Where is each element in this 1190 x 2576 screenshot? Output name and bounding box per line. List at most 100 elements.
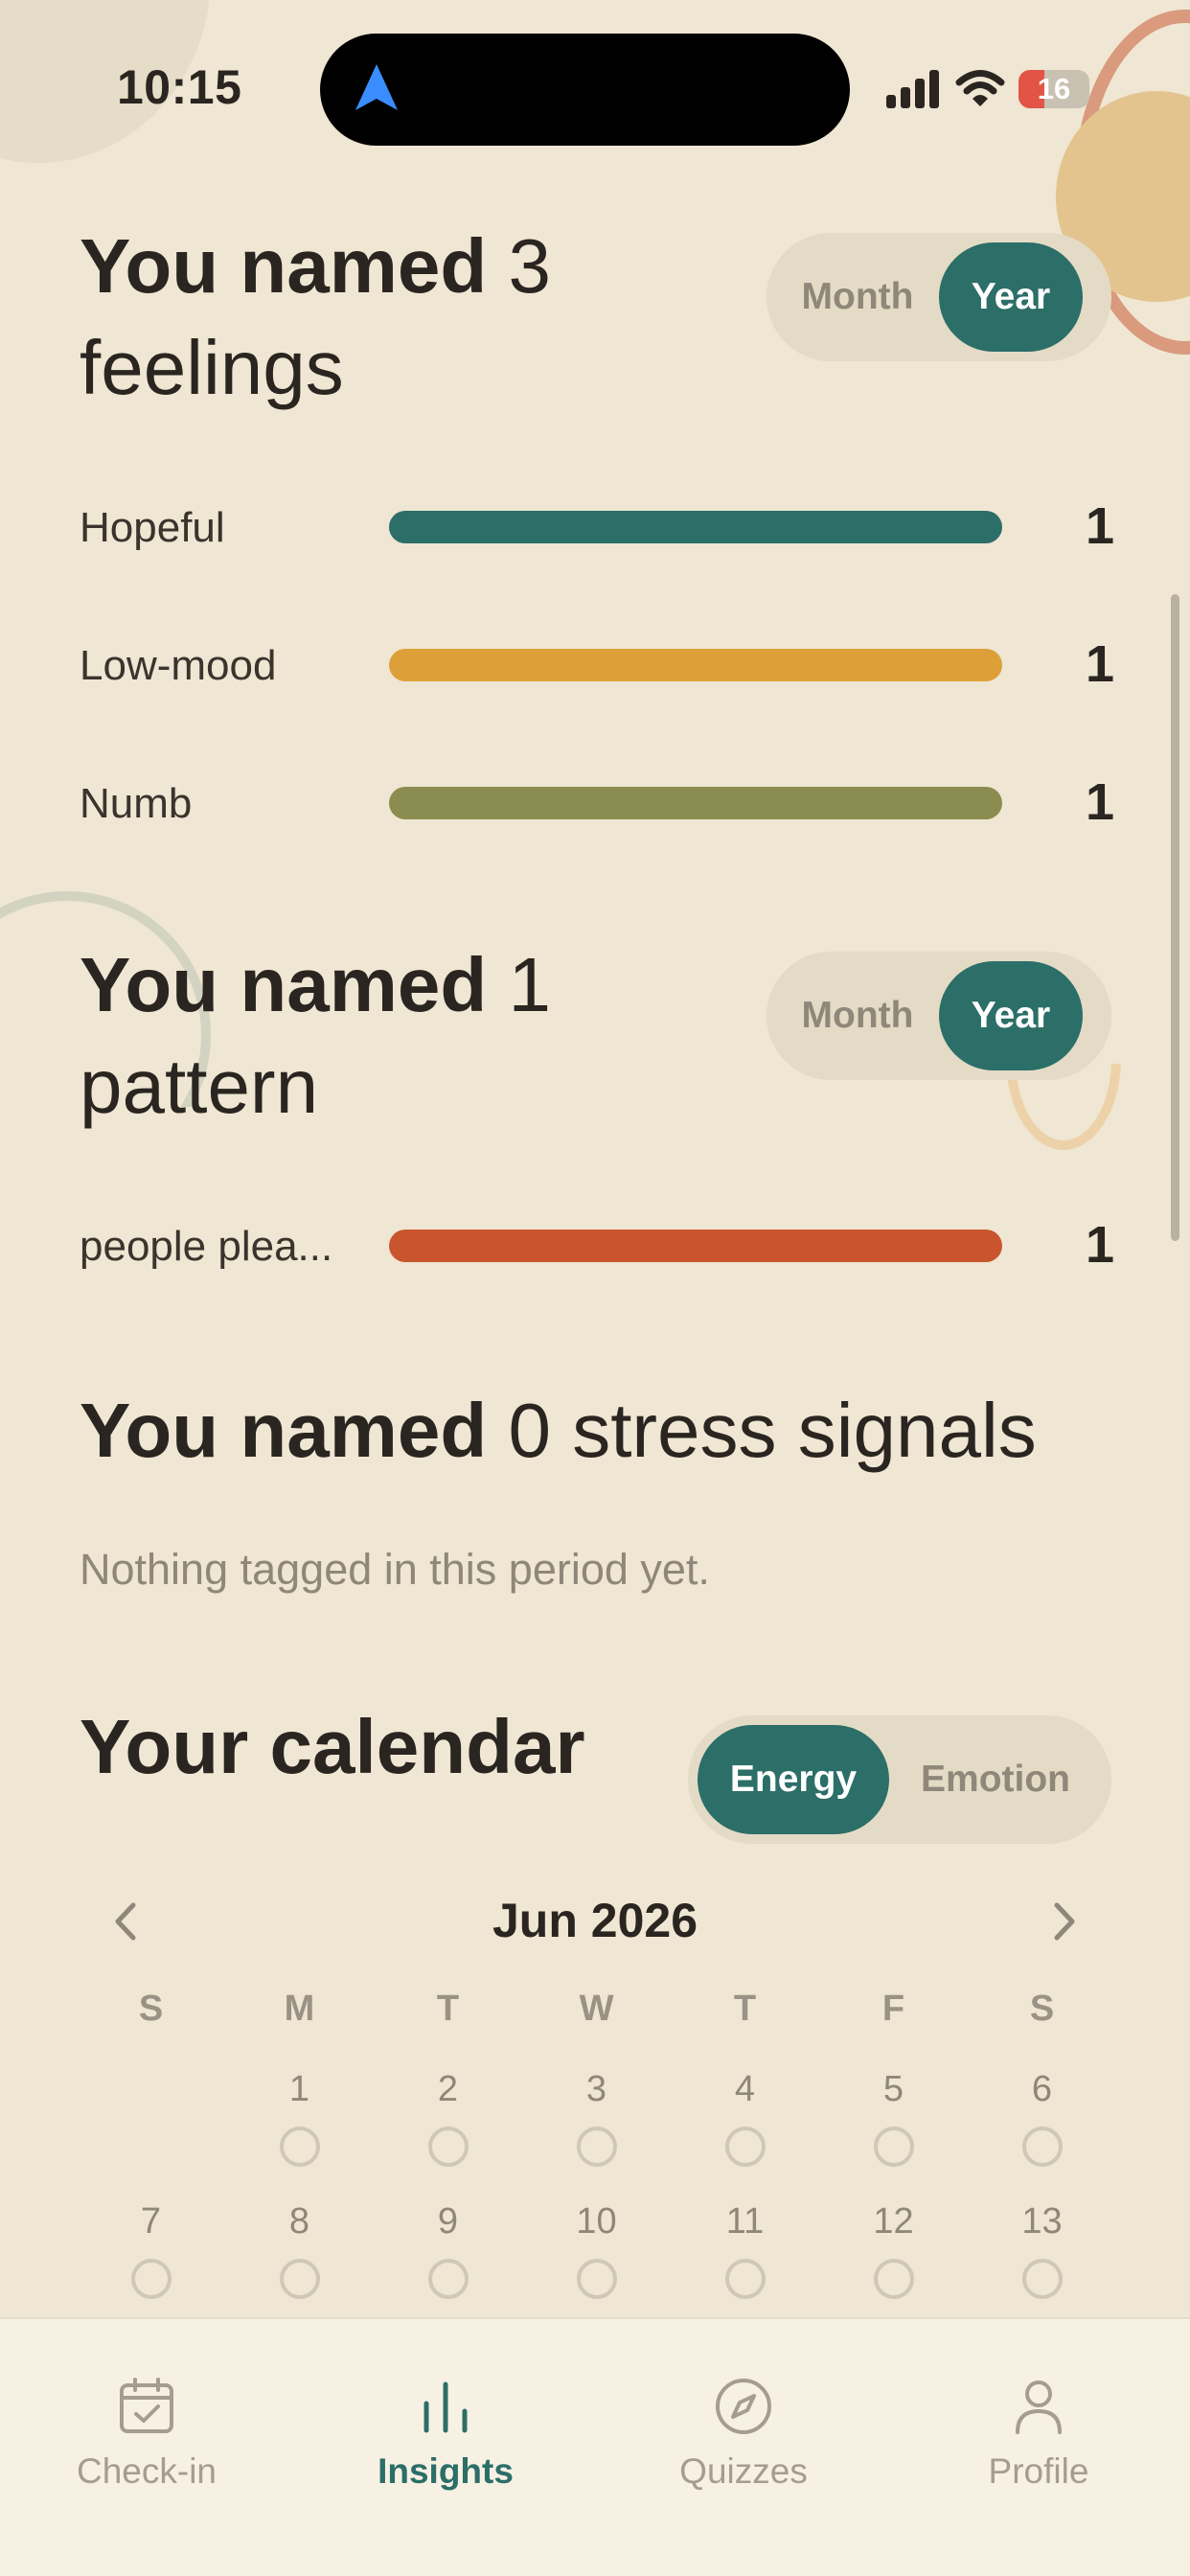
feeling-count: 1 [1085, 497, 1114, 555]
day-energy-dot [576, 2259, 617, 2299]
calendar-day[interactable]: 6 [968, 2065, 1116, 2167]
feelings-year-option[interactable]: Year [939, 242, 1083, 352]
calendar-day[interactable]: 7 [77, 2197, 225, 2299]
status-icons: 16 [886, 67, 1089, 111]
day-energy-dot [724, 2127, 766, 2167]
calendar-day-number: 4 [734, 2069, 756, 2109]
pattern-label: people plea... [80, 1223, 333, 1270]
day-energy-dot [873, 2259, 914, 2299]
compass-icon [716, 2379, 771, 2434]
pattern-row: people plea... 1 [80, 1215, 1114, 1274]
signal-icon [886, 70, 939, 108]
calendar-day[interactable]: 9 [374, 2197, 522, 2299]
calendar-day-number: 6 [1031, 2069, 1053, 2109]
weekday-label: T [436, 1989, 460, 2029]
calendar-day[interactable]: 8 [225, 2197, 374, 2299]
tab-quizzes[interactable]: Quizzes [648, 2375, 839, 2492]
day-energy-dot [1021, 2127, 1063, 2167]
feeling-label: Low-mood [80, 642, 277, 689]
tab-label: Profile [988, 2451, 1089, 2491]
feeling-bar [389, 649, 1002, 681]
day-energy-dot [1021, 2259, 1063, 2299]
insights-screen: 10:15 16 You named 3 feelings Month Year [0, 0, 1190, 2576]
day-energy-dot [427, 2127, 469, 2167]
calendar-title-text: Your calendar [80, 1704, 585, 1789]
calendar-day[interactable]: 1 [225, 2065, 374, 2167]
feeling-row: Hopeful 1 [80, 496, 1114, 555]
battery-indicator: 16 [1018, 70, 1089, 108]
patterns-year-option[interactable]: Year [939, 961, 1083, 1070]
calendar-day-empty [77, 2065, 225, 2167]
calendar-day[interactable]: 10 [522, 2197, 671, 2299]
calendar-day[interactable]: 5 [819, 2065, 968, 2167]
scrollbar[interactable] [1171, 594, 1179, 1241]
calendar-day-number: 10 [576, 2201, 617, 2242]
weekday-label: F [881, 1989, 905, 2029]
navigation-arrow-icon [355, 64, 398, 110]
tab-profile[interactable]: Profile [943, 2375, 1134, 2492]
patterns-title-count: 1 [508, 942, 551, 1027]
calendar-title: Your calendar [80, 1696, 585, 1798]
calendar-day[interactable]: 13 [968, 2197, 1116, 2299]
feelings-title-prefix: You named [80, 223, 488, 309]
calendar-day[interactable]: 11 [671, 2197, 819, 2299]
weekday-label: T [733, 1989, 757, 2029]
pattern-bar [389, 1230, 1002, 1262]
battery-level: 16 [1037, 72, 1071, 105]
feeling-count: 1 [1085, 635, 1114, 693]
weekday-label: W [579, 1989, 614, 2029]
calendar-week-row: 1 2 3 4 5 6 [77, 2065, 1116, 2167]
feeling-bar [389, 787, 1002, 819]
stress-title: You named 0 stress signals [80, 1380, 1133, 1482]
feeling-row: Numb 1 [80, 772, 1114, 831]
calendar-energy-option[interactable]: Energy [698, 1725, 889, 1834]
status-time: 10:15 [117, 60, 242, 114]
tab-check-in[interactable]: Check-in [51, 2375, 242, 2492]
patterns-title-prefix: You named [80, 942, 488, 1027]
calendar-day-number: 5 [882, 2069, 904, 2109]
feeling-row: Low-mood 1 [80, 634, 1114, 693]
patterns-month-option[interactable]: Month [776, 961, 939, 1070]
feeling-label: Hopeful [80, 504, 225, 551]
calendar-day-number: 1 [288, 2069, 310, 2109]
weekday-label: M [284, 1989, 315, 2029]
calendar-day[interactable]: 12 [819, 2197, 968, 2299]
pattern-bar-fill [389, 1230, 1002, 1262]
feelings-title: You named 3 feelings [80, 216, 769, 419]
day-energy-dot [279, 2127, 320, 2167]
weekday-label: S [138, 1989, 164, 2029]
calendar-day-number: 2 [437, 2069, 459, 2109]
bar-chart-icon [423, 2381, 468, 2433]
feeling-bar [389, 511, 1002, 543]
feelings-month-option[interactable]: Month [776, 242, 939, 352]
stress-empty-note: Nothing tagged in this period yet. [80, 1545, 710, 1594]
calendar-day-number: 9 [437, 2201, 459, 2242]
patterns-title-noun: pattern [80, 1044, 319, 1129]
calendar-day-number: 12 [873, 2201, 914, 2242]
calendar-day[interactable]: 2 [374, 2065, 522, 2167]
calendar-check-icon [120, 2378, 173, 2433]
tab-insights[interactable]: Insights [350, 2375, 541, 2492]
feeling-bar-fill [389, 511, 1002, 543]
day-energy-dot [279, 2259, 320, 2299]
weekday-label: S [1029, 1989, 1055, 2029]
tab-label: Insights [378, 2451, 514, 2491]
patterns-title: You named 1 pattern [80, 934, 769, 1138]
calendar-month-label: Jun 2026 [492, 1894, 698, 1947]
feelings-title-noun: feelings [80, 325, 344, 410]
patterns-period-toggle: Month Year [767, 952, 1111, 1080]
day-energy-dot [724, 2259, 766, 2299]
day-energy-dot [576, 2127, 617, 2167]
calendar-day[interactable]: 3 [522, 2065, 671, 2167]
day-energy-dot [873, 2127, 914, 2167]
wifi-icon [955, 70, 1005, 106]
feeling-bar-fill [389, 787, 1002, 819]
chevron-right-icon[interactable] [1040, 1898, 1087, 1945]
pattern-count: 1 [1085, 1216, 1114, 1274]
calendar-day-number: 11 [725, 2201, 765, 2242]
calendar-day[interactable]: 4 [671, 2065, 819, 2167]
calendar-emotion-option[interactable]: Emotion [889, 1725, 1102, 1834]
feeling-label: Numb [80, 780, 193, 827]
feeling-count: 1 [1085, 773, 1114, 831]
feelings-period-toggle: Month Year [767, 233, 1111, 361]
